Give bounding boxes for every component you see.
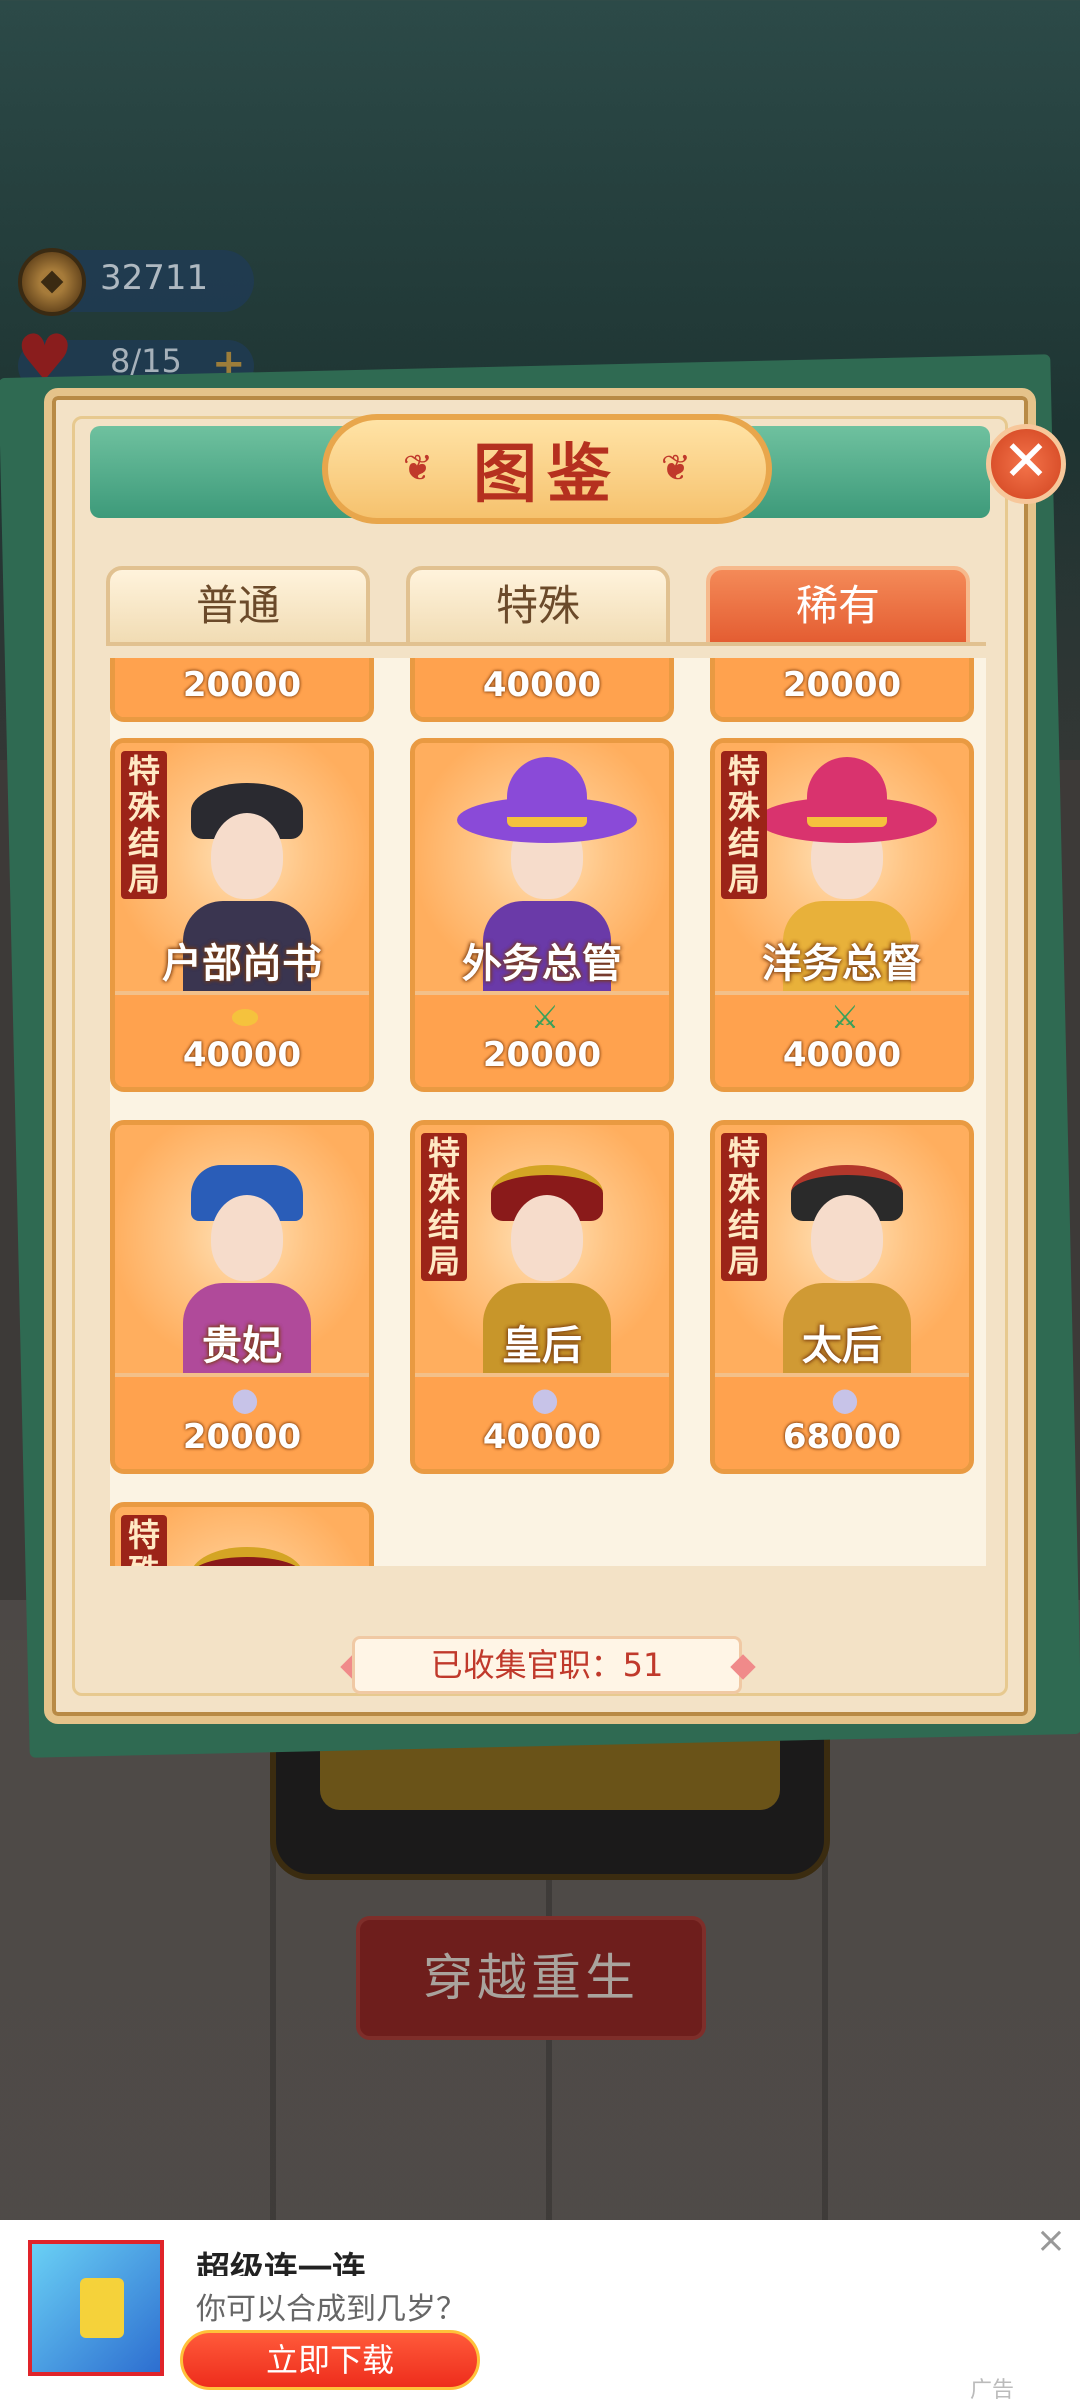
card-cost: 20000	[182, 1417, 302, 1457]
ad-title: 超级连一连	[196, 2250, 366, 2276]
pearl-icon: ●	[531, 1380, 559, 1418]
tab-bar: 普通 特殊 稀有	[106, 566, 986, 646]
ad-download-button[interactable]: 立即下载	[180, 2330, 480, 2390]
character-portrait	[177, 1547, 317, 1566]
card-name: 太后	[802, 1323, 882, 1369]
ornament-right-icon: ❦	[660, 448, 692, 489]
card-cost: 40000	[782, 1035, 902, 1075]
card-guifei[interactable]: 贵妃 ● 20000	[110, 1120, 374, 1474]
card-name: 贵妃	[202, 1323, 282, 1369]
card-yangwu-zongdu[interactable]: 特殊结局 洋务总督 ⚔ 40000	[710, 738, 974, 1092]
title-plate: ❦ 图鉴 ❦	[322, 414, 772, 524]
card-name: 皇后	[502, 1323, 582, 1369]
card-huanghou[interactable]: 特殊结局 皇后 ● 40000	[410, 1120, 674, 1474]
ornament-left-icon: ❦	[402, 448, 434, 489]
card-partial-3[interactable]: 20000	[710, 658, 974, 722]
catalog-modal: ❦ 图鉴 ❦ ✕ 普通 特殊 稀有 20000 40000 20000 特 殊 …	[44, 388, 1066, 1724]
card-cost: 40000	[482, 1417, 602, 1457]
coin-count: 32711	[100, 258, 209, 298]
ad-app-icon[interactable]	[28, 2240, 164, 2376]
card-partial-bottom[interactable]: 特殊	[110, 1502, 374, 1566]
tab-rare[interactable]: 稀有	[706, 566, 970, 646]
card-cost: 20000	[482, 1035, 602, 1075]
coin-icon	[18, 248, 86, 316]
special-ending-badge: 特殊结局	[421, 1133, 467, 1281]
special-ending-badge: 特殊	[121, 1515, 167, 1566]
ad-close-icon[interactable]: ×	[1034, 2223, 1068, 2259]
special-ending-badge: 特殊结局	[721, 751, 767, 899]
ad-subtitle: 你可以合成到几岁？	[196, 2292, 466, 2327]
special-ending-badge: 特殊结局	[721, 1133, 767, 1281]
modal-title: 图鉴	[473, 438, 621, 512]
tab-divider	[106, 642, 986, 646]
card-cost: 40000	[482, 665, 602, 705]
close-button[interactable]: ✕	[986, 424, 1066, 504]
card-name: 洋务总督	[762, 941, 922, 987]
gold-ingot-icon: ⬬	[231, 998, 259, 1036]
sword-icon: ⚔	[830, 998, 860, 1036]
ad-banner[interactable]: 超级连一连 你可以合成到几岁？ 立即下载	[0, 2220, 1080, 2400]
special-ending-badge: 特殊结局	[121, 751, 167, 899]
sword-icon: ⚔	[530, 998, 560, 1036]
card-cost: 20000	[782, 665, 902, 705]
card-hubu-shangshu[interactable]: 特殊结局 户部尚书 ⬬ 40000	[110, 738, 374, 1092]
card-partial-2[interactable]: 40000	[410, 658, 674, 722]
card-taihou[interactable]: 特殊结局 太后 ● 68000	[710, 1120, 974, 1474]
pearl-icon: ●	[231, 1380, 259, 1418]
card-partial-1[interactable]: 20000	[110, 658, 374, 722]
card-waiwu-zongguan[interactable]: 外务总管 ⚔ 20000	[410, 738, 674, 1092]
rebirth-button[interactable]: 穿越重生	[356, 1916, 706, 2040]
card-cost: 68000	[782, 1417, 902, 1457]
card-name: 外务总管	[462, 941, 622, 987]
card-grid[interactable]: 20000 40000 20000 特殊结局 户部尚书 ⬬ 40000 外务总管	[110, 658, 986, 1566]
tab-special[interactable]: 特殊	[406, 566, 670, 646]
collected-count: 已收集官职：51	[352, 1636, 742, 1694]
ad-label: 广告	[970, 2378, 1015, 2400]
pearl-icon: ●	[831, 1380, 859, 1418]
card-name: 户部尚书	[162, 941, 322, 987]
card-cost: 20000	[182, 665, 302, 705]
card-cost: 40000	[182, 1035, 302, 1075]
tab-normal[interactable]: 普通	[106, 566, 370, 646]
